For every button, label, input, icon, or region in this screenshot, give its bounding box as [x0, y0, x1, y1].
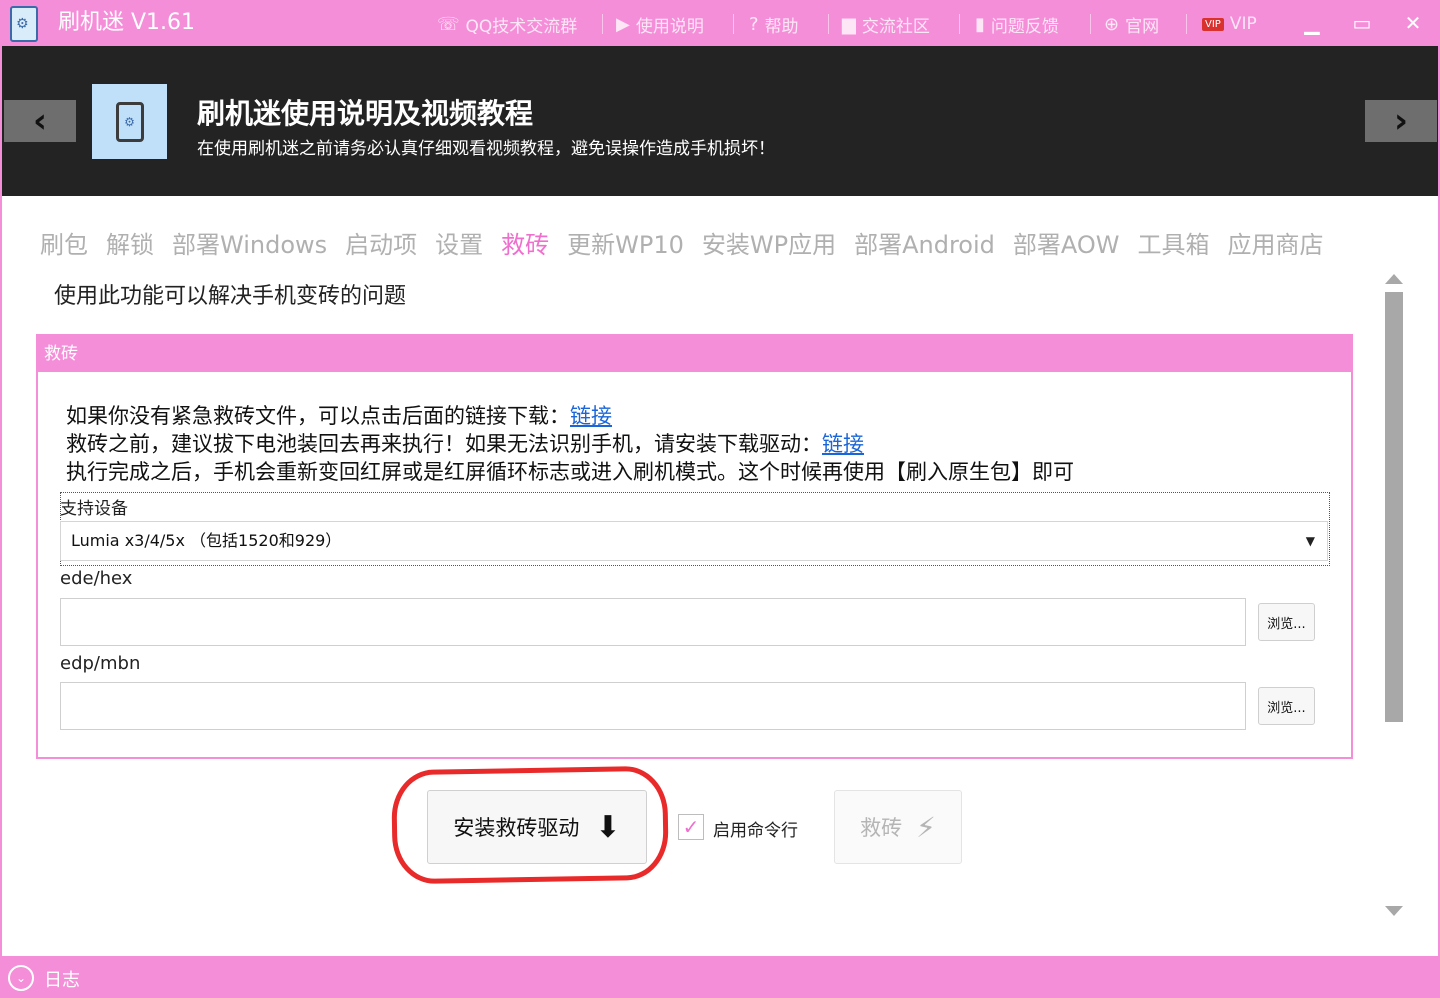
- log-label[interactable]: 日志: [44, 966, 80, 992]
- vip-icon: VIP: [1202, 17, 1224, 31]
- tab-deploy-windows[interactable]: 部署Windows: [172, 228, 327, 262]
- main-panel: 刷包 解锁 部署Windows 启动项 设置 救砖 更新WP10 安装WP应用 …: [2, 196, 1438, 956]
- qq-group-label: QQ技术交流群: [465, 16, 578, 37]
- driver-link[interactable]: 链接: [822, 432, 864, 456]
- info-line-2: 救砖之前，建议拔下电池装回去再来执行！如果无法识别手机，请安装下载驱动：链接: [66, 428, 864, 458]
- community-label: 交流社区: [861, 16, 930, 37]
- feedback-icon: ▮: [975, 13, 985, 35]
- banner-subtitle: 在使用刷机迷之前请务必认真仔细观看视频教程，避免误操作造成手机损坏！: [197, 139, 775, 159]
- separator: [1090, 14, 1091, 34]
- banner: ‹ ⚙ 刷机迷使用说明及视频教程 在使用刷机迷之前请务必认真仔细观看视频教程，避…: [2, 46, 1438, 196]
- info-line-3: 执行完成之后，手机会重新变回红屏或是红屏循环标志或进入刷机模式。这个时候再使用【…: [66, 460, 1074, 484]
- device-label: 支持设备: [60, 499, 128, 519]
- ede-browse-button[interactable]: 浏览...: [1258, 603, 1315, 641]
- tab-bar: 刷包 解锁 部署Windows 启动项 设置 救砖 更新WP10 安装WP应用 …: [40, 228, 1342, 262]
- tab-update-wp10[interactable]: 更新WP10: [567, 228, 684, 262]
- group-title: 救砖: [38, 336, 1351, 372]
- usage-label: 使用说明: [635, 16, 704, 37]
- app-logo-icon: ⚙: [10, 6, 38, 42]
- minimize-button[interactable]: ▁: [1297, 8, 1327, 38]
- website-label: 官网: [1125, 16, 1160, 37]
- scroll-down-arrow[interactable]: [1385, 906, 1403, 916]
- feedback-label: 问题反馈: [990, 16, 1059, 37]
- prev-arrow-button[interactable]: ‹: [4, 100, 76, 142]
- scroll-up-arrow[interactable]: [1385, 274, 1403, 284]
- highlight-annotation: [391, 765, 669, 885]
- chevron-down-circle-icon[interactable]: ⌄: [8, 965, 34, 991]
- scrollbar-thumb[interactable]: [1385, 292, 1403, 722]
- app-title: 刷机迷 V1.61: [58, 10, 196, 35]
- globe-icon: ⊕: [1104, 13, 1120, 35]
- close-button[interactable]: ✕: [1398, 8, 1428, 38]
- edp-browse-button[interactable]: 浏览...: [1258, 687, 1315, 725]
- banner-title: 刷机迷使用说明及视频教程: [197, 97, 534, 130]
- unbrick-group: 救砖 如果你没有紧急救砖文件，可以点击后面的链接下载：链接 救砖之前，建议拔下电…: [36, 334, 1353, 759]
- status-bar: ⌄ 日志: [0, 956, 1440, 998]
- separator: [828, 14, 829, 34]
- video-icon: ▶: [616, 13, 630, 35]
- ede-path-input[interactable]: [60, 598, 1246, 646]
- unbrick-button[interactable]: 救砖 ⚡: [834, 790, 962, 864]
- title-bar: ⚙ 刷机迷 V1.61 ☏ QQ技术交流群 ▶ 使用说明 ? 帮助 ▆ 交流社区…: [0, 0, 1440, 46]
- next-arrow-button[interactable]: ›: [1365, 100, 1437, 142]
- tab-settings[interactable]: 设置: [435, 228, 483, 262]
- cmd-checkbox-label: 启用命令行: [713, 821, 798, 841]
- ede-label: ede/hex: [60, 568, 133, 589]
- tab-flash[interactable]: 刷包: [40, 228, 88, 262]
- device-select[interactable]: Lumia x3/4/5x （包括1520和929） ▼: [60, 521, 1328, 561]
- qq-group-link[interactable]: ☏ QQ技术交流群: [437, 11, 577, 37]
- unbrick-label: 救砖: [860, 816, 903, 840]
- info-line-1: 如果你没有紧急救砖文件，可以点击后面的链接下载：链接: [66, 400, 612, 430]
- separator: [1186, 14, 1187, 34]
- tab-unbrick[interactable]: 救砖: [501, 228, 549, 262]
- tab-deploy-aow[interactable]: 部署AOW: [1013, 228, 1120, 262]
- maximize-button[interactable]: ▭: [1347, 8, 1377, 38]
- website-link[interactable]: ⊕ 官网: [1104, 11, 1159, 37]
- download-link[interactable]: 链接: [570, 404, 612, 428]
- tab-toolbox[interactable]: 工具箱: [1138, 228, 1210, 262]
- chat-icon: ▆: [842, 13, 856, 35]
- separator: [733, 14, 734, 34]
- tab-app-store[interactable]: 应用商店: [1228, 228, 1324, 262]
- vip-link[interactable]: VIP VIP: [1202, 11, 1257, 37]
- help-link[interactable]: ? 帮助: [749, 11, 799, 37]
- tab-deploy-android[interactable]: 部署Android: [854, 228, 995, 262]
- separator: [602, 14, 603, 34]
- cmd-checkbox[interactable]: ✓: [678, 814, 704, 840]
- help-label: 帮助: [764, 16, 799, 37]
- edp-label: edp/mbn: [60, 653, 141, 674]
- tab-boot-items[interactable]: 启动项: [345, 228, 417, 262]
- tab-unlock[interactable]: 解锁: [106, 228, 154, 262]
- info-text-2: 救砖之前，建议拔下电池装回去再来执行！如果无法识别手机，请安装下载驱动：: [66, 432, 822, 456]
- tab-install-wp-app[interactable]: 安装WP应用: [702, 228, 836, 262]
- chevron-down-icon: ▼: [1305, 534, 1315, 548]
- lightning-icon: ⚡: [916, 810, 936, 844]
- usage-link[interactable]: ▶ 使用说明: [616, 11, 704, 37]
- app-window: ⚙ 刷机迷 V1.61 ☏ QQ技术交流群 ▶ 使用说明 ? 帮助 ▆ 交流社区…: [0, 0, 1440, 998]
- function-description: 使用此功能可以解决手机变砖的问题: [54, 284, 407, 309]
- device-selected-value: Lumia x3/4/5x （包括1520和929）: [71, 531, 342, 550]
- community-link[interactable]: ▆ 交流社区: [842, 11, 930, 37]
- vip-label: VIP: [1229, 14, 1257, 34]
- info-text-1: 如果你没有紧急救砖文件，可以点击后面的链接下载：: [66, 404, 570, 428]
- edp-path-input[interactable]: [60, 682, 1246, 730]
- help-icon: ?: [749, 13, 759, 35]
- separator: [959, 14, 960, 34]
- phone-settings-icon: ⚙: [92, 84, 167, 159]
- feedback-link[interactable]: ▮ 问题反馈: [975, 11, 1059, 37]
- qq-group-icon: ☏: [437, 13, 460, 35]
